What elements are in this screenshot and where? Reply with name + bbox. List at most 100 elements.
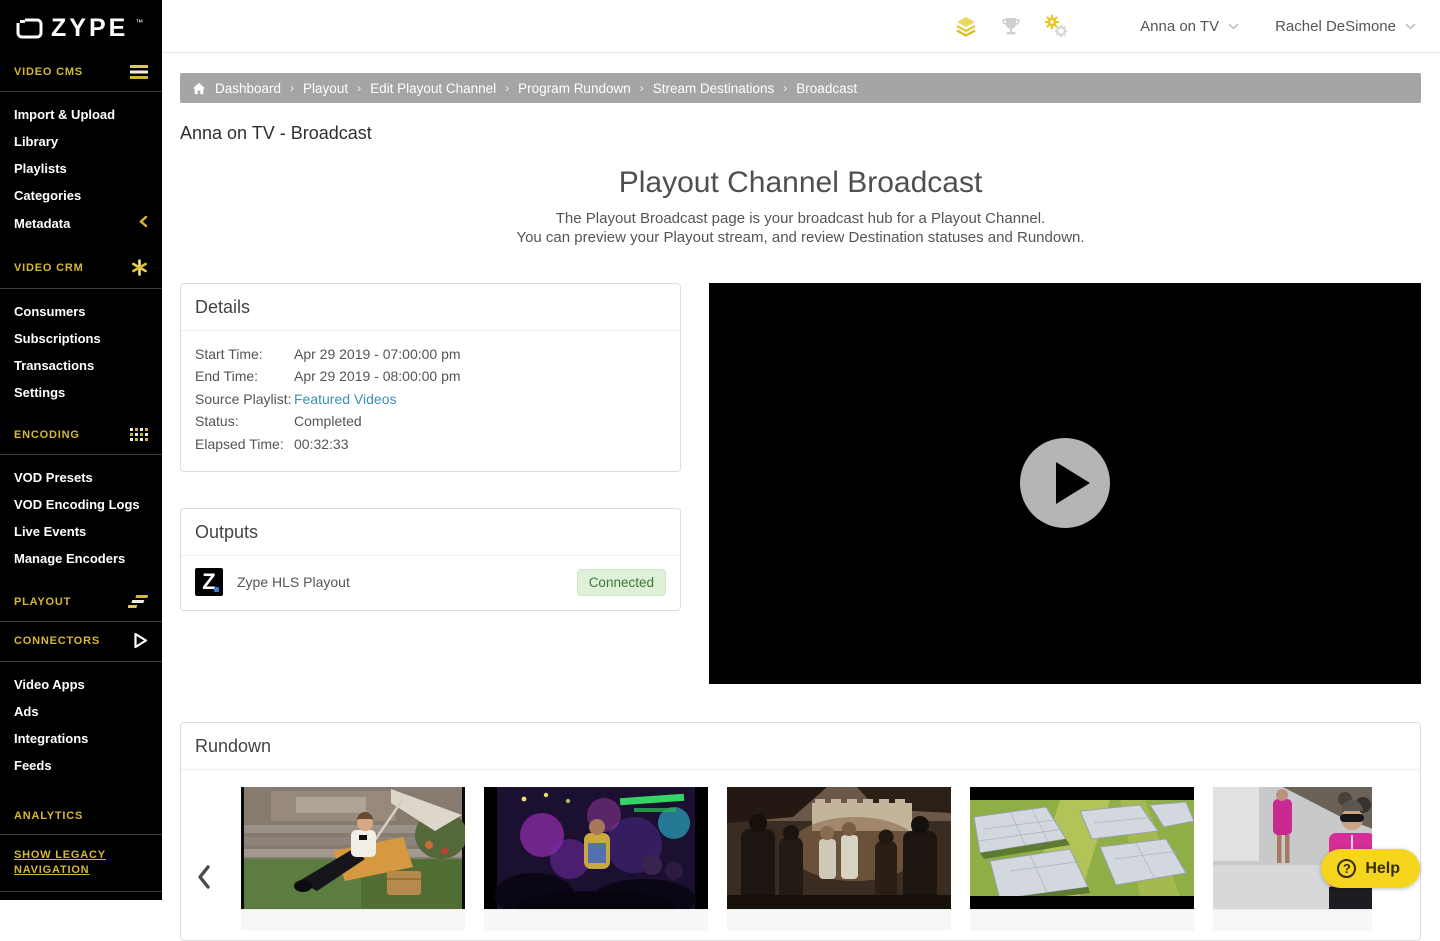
rundown-card-footer	[484, 909, 708, 931]
sidebar-item-settings[interactable]: Settings	[0, 379, 162, 406]
breadcrumb-stream-destinations[interactable]: Stream Destinations	[653, 81, 775, 96]
rundown-card[interactable]	[484, 787, 708, 940]
video-thumbnail[interactable]	[484, 787, 708, 909]
sidebar-item-subscriptions[interactable]: Subscriptions	[0, 325, 162, 352]
detail-label: Source Playlist:	[195, 388, 294, 411]
sidebar-section-connectors[interactable]: CONNECTORS	[14, 635, 100, 647]
home-icon[interactable]	[192, 82, 206, 95]
site-selector-dropdown[interactable]: Anna on TV	[1140, 18, 1239, 35]
sidebar-item-label: Metadata	[14, 216, 70, 231]
sidebar-item-vod-encoding-logs[interactable]: VOD Encoding Logs	[0, 491, 162, 518]
rundown-card-footer	[970, 909, 1194, 931]
sidebar-item-live-events[interactable]: Live Events	[0, 518, 162, 545]
detail-row-status: Status: Completed	[195, 410, 666, 433]
chevron-down-icon	[1228, 23, 1239, 30]
detail-label: Status:	[195, 410, 294, 433]
sidebar-item-ads[interactable]: Ads	[0, 698, 162, 725]
breadcrumb-edit-playout-channel[interactable]: Edit Playout Channel	[370, 81, 496, 96]
play-outline-icon[interactable]	[133, 632, 148, 649]
rundown-card[interactable]	[727, 787, 951, 940]
trophy-icon[interactable]	[1000, 15, 1022, 37]
video-thumbnail[interactable]	[970, 787, 1194, 909]
breadcrumb-playout[interactable]: Playout	[303, 81, 348, 96]
help-button[interactable]: ? Help	[1321, 849, 1420, 888]
user-name: Rachel DeSimone	[1275, 18, 1396, 35]
sidebar-item-transactions[interactable]: Transactions	[0, 352, 162, 379]
outputs-panel: Outputs Z Zype HLS Playout Connected	[180, 508, 681, 611]
chevron-left-icon	[139, 215, 148, 231]
sidebar-section-playout[interactable]: PLAYOUT	[14, 596, 71, 608]
sidebar-item-consumers[interactable]: Consumers	[0, 298, 162, 325]
breadcrumb-separator: ›	[783, 81, 787, 95]
section-description-line2: You can preview your Playout stream, and…	[180, 229, 1421, 246]
breadcrumb-separator: ›	[357, 81, 361, 95]
site-name: Anna on TV	[1140, 18, 1219, 35]
detail-value: Apr 29 2019 - 08:00:00 pm	[294, 365, 461, 388]
rundown-card-footer	[1213, 909, 1372, 931]
breadcrumb-broadcast[interactable]: Broadcast	[796, 81, 857, 96]
detail-row-source-playlist: Source Playlist: Featured Videos	[195, 388, 666, 411]
detail-value: 00:32:33	[294, 433, 349, 456]
rundown-card-footer	[241, 909, 465, 931]
grid-icon[interactable]	[130, 428, 148, 442]
rundown-card[interactable]	[241, 787, 465, 940]
detail-label: Start Time:	[195, 343, 294, 366]
details-panel: Details Start Time: Apr 29 2019 - 07:00:…	[180, 283, 681, 473]
breadcrumb-program-rundown[interactable]: Program Rundown	[518, 81, 631, 96]
logo-text: ZYPE	[51, 16, 128, 41]
breadcrumb-separator: ›	[290, 81, 294, 95]
menu-icon[interactable]	[130, 65, 148, 79]
video-crm-nav: Consumers Subscriptions Transactions Set…	[0, 289, 162, 418]
rundown-card-footer	[727, 909, 951, 931]
gears-icon[interactable]	[1044, 14, 1068, 38]
play-button[interactable]	[1020, 438, 1110, 528]
layers-icon[interactable]	[954, 14, 978, 38]
detail-row-end-time: End Time: Apr 29 2019 - 08:00:00 pm	[195, 365, 666, 388]
carousel-previous-button[interactable]	[197, 865, 211, 894]
sidebar-section-video-cms[interactable]: VIDEO CMS	[14, 66, 83, 78]
rundown-card[interactable]	[970, 787, 1194, 940]
video-player[interactable]	[709, 283, 1421, 684]
user-menu-dropdown[interactable]: Rachel DeSimone	[1275, 18, 1416, 35]
sidebar-item-vod-presets[interactable]: VOD Presets	[0, 464, 162, 491]
topbar: Anna on TV Rachel DeSimone	[162, 0, 1440, 53]
sidebar-item-import-upload[interactable]: Import & Upload	[0, 101, 162, 128]
sidebar-item-playlists[interactable]: Playlists	[0, 155, 162, 182]
section-description-line1: The Playout Broadcast page is your broad…	[180, 210, 1421, 227]
sidebar-item-feeds[interactable]: Feeds	[0, 752, 162, 779]
rundown-carousel	[181, 770, 1420, 940]
sidebar-section-video-crm[interactable]: VIDEO CRM	[14, 262, 84, 274]
steps-icon[interactable]	[128, 594, 148, 609]
chevron-down-icon	[1405, 23, 1416, 30]
video-thumbnail[interactable]	[1213, 787, 1372, 909]
connectors-nav: Video Apps Ads Integrations Feeds	[0, 662, 162, 791]
sidebar-link-show-legacy-navigation[interactable]: SHOW LEGACY NAVIGATION	[14, 848, 124, 878]
sidebar: ZYPE ™ VIDEO CMS Import & Upload Library…	[0, 0, 162, 900]
source-playlist-link[interactable]: Featured Videos	[294, 388, 396, 411]
video-thumbnail[interactable]	[727, 787, 951, 909]
encoding-nav: VOD Presets VOD Encoding Logs Live Event…	[0, 455, 162, 584]
output-row: Z Zype HLS Playout Connected	[181, 556, 680, 610]
sidebar-item-library[interactable]: Library	[0, 128, 162, 155]
sidebar-item-metadata[interactable]: Metadata	[0, 209, 162, 237]
outputs-panel-title: Outputs	[181, 509, 680, 556]
sidebar-item-categories[interactable]: Categories	[0, 182, 162, 209]
output-name: Zype HLS Playout	[237, 574, 577, 590]
asterisk-icon[interactable]	[131, 259, 148, 276]
video-thumbnail[interactable]	[241, 787, 465, 909]
sidebar-item-video-apps[interactable]: Video Apps	[0, 671, 162, 698]
zype-logo[interactable]: ZYPE ™	[0, 0, 162, 55]
sidebar-section-encoding[interactable]: ENCODING	[14, 429, 80, 441]
sidebar-item-integrations[interactable]: Integrations	[0, 725, 162, 752]
sidebar-section-analytics[interactable]: ANALYTICS	[14, 810, 83, 822]
detail-value: Apr 29 2019 - 07:00:00 pm	[294, 343, 461, 366]
breadcrumb-separator: ›	[640, 81, 644, 95]
details-panel-title: Details	[181, 284, 680, 331]
status-badge: Connected	[577, 569, 666, 596]
sidebar-item-manage-encoders[interactable]: Manage Encoders	[0, 545, 162, 572]
detail-row-elapsed-time: Elapsed Time: 00:32:33	[195, 433, 666, 456]
breadcrumb-dashboard[interactable]: Dashboard	[215, 81, 281, 96]
breadcrumb-separator: ›	[505, 81, 509, 95]
video-cms-nav: Import & Upload Library Playlists Catego…	[0, 92, 162, 249]
detail-label: Elapsed Time:	[195, 433, 294, 456]
